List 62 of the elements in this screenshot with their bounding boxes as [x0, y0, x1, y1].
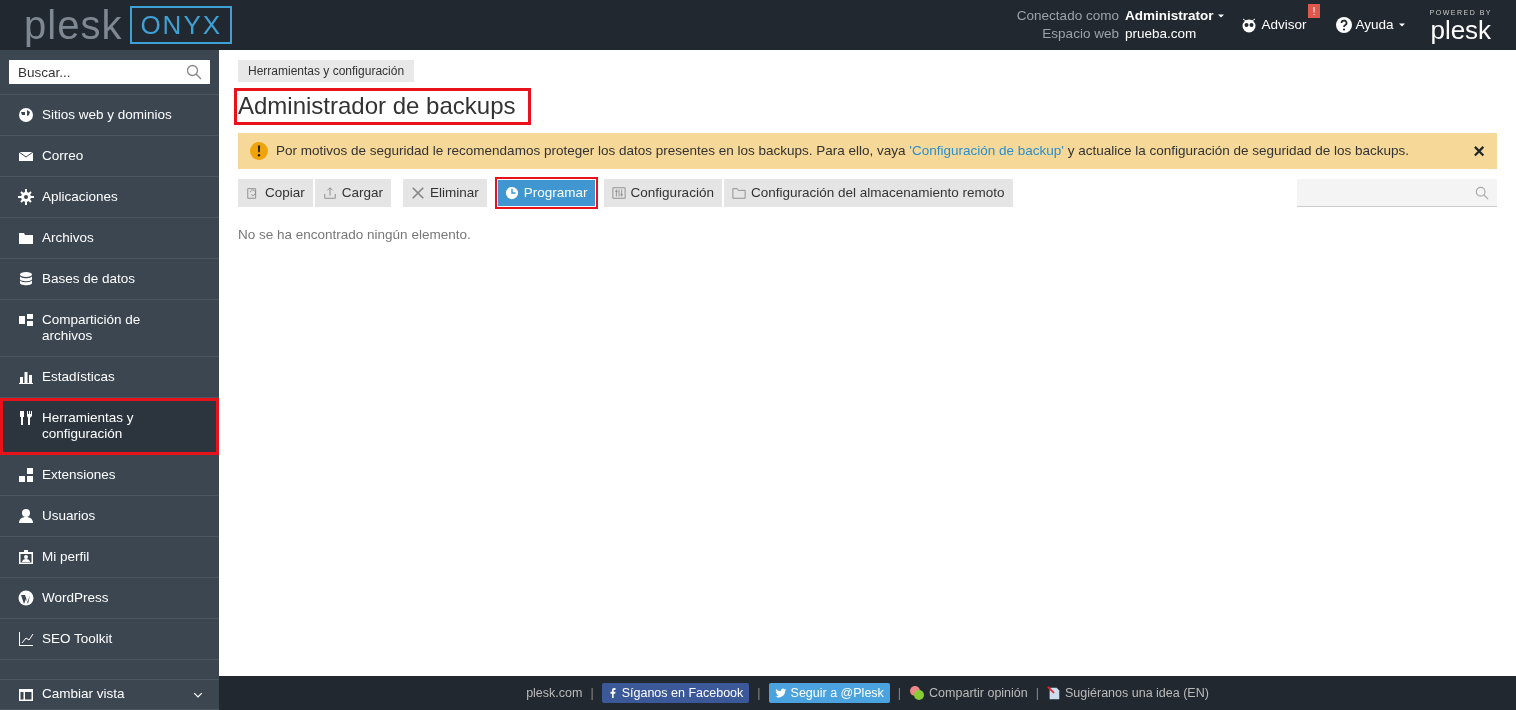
caret-icon	[1217, 12, 1226, 20]
alert-badge: !	[1308, 4, 1320, 18]
webspace-label: Espacio web	[1041, 25, 1119, 43]
facebook-button[interactable]: Síganos en Facebook	[601, 682, 750, 704]
webspace-link[interactable]: prueba.com	[1124, 25, 1226, 43]
logo-wordmark: plesk	[24, 5, 123, 45]
search-field[interactable]: Buscar...	[9, 60, 210, 84]
toolbar-button[interactable]: Cargar	[314, 179, 392, 208]
id-card-icon	[18, 549, 34, 565]
toolbar-button[interactable]: Eliminar	[403, 179, 487, 208]
separator: |	[1035, 684, 1039, 702]
bird-icon	[774, 687, 787, 699]
search-icon	[186, 64, 202, 80]
line-chart-icon	[18, 631, 34, 647]
page-title: Administrador de backups	[234, 88, 532, 125]
database-icon	[18, 271, 34, 287]
upload-icon	[322, 186, 337, 201]
breadcrumb-link[interactable]: Herramientas y configuración	[238, 60, 415, 82]
blocks-icon	[18, 467, 34, 483]
idea-link[interactable]: Sugiéranos una idea (EN)	[1047, 683, 1209, 703]
advisor-link[interactable]: Advisor	[1241, 14, 1307, 36]
layout-icon	[18, 686, 34, 703]
sidebar-item[interactable]: Sitios web y dominios	[0, 95, 219, 136]
sidebar-item[interactable]: WordPress	[0, 578, 219, 619]
toolbar-button[interactable]: Configuración	[603, 179, 722, 208]
toolbar-button[interactable]: Copiar	[238, 179, 313, 208]
account-label: Conectado como	[1016, 7, 1119, 25]
empty-message: No se ha encontrado ningún elemento.	[238, 226, 472, 245]
edition-badge: ONYX	[130, 6, 233, 44]
folder-share-icon	[18, 312, 34, 328]
folder-icon	[18, 230, 34, 246]
feedback-link[interactable]: Compartir opinión	[909, 683, 1028, 703]
delete-icon	[411, 186, 426, 201]
alert-message: Por motivos de seguridad le recomendamos proteger los datos presentes en los backups. Para ello, vaya 'Configuración de backup' y actualice la configuración de seguridad de los backups.	[276, 141, 1411, 160]
help-menu[interactable]: Ayuda	[1335, 14, 1406, 36]
view-switch[interactable]: Cambiar vista	[0, 680, 219, 710]
warning-icon	[250, 141, 268, 160]
gear-icon	[18, 189, 34, 205]
caret-icon	[1397, 21, 1406, 29]
search-field[interactable]	[1297, 179, 1497, 208]
owl-icon	[1241, 17, 1258, 33]
separator: |	[897, 684, 902, 702]
user-menu[interactable]: Administrator	[1124, 7, 1226, 25]
sidebar-item[interactable]: Mi perfil	[0, 537, 219, 578]
bar-chart-icon	[18, 369, 34, 385]
separator: |	[590, 684, 594, 702]
search-icon	[1475, 185, 1489, 200]
chat-bubbles-icon	[909, 685, 926, 701]
wordpress-icon	[18, 590, 34, 606]
sidebar-item[interactable]: Herramientas y configuración	[0, 398, 219, 455]
user-icon	[18, 508, 34, 524]
close-button[interactable]: ×	[1473, 140, 1485, 161]
help-icon	[1335, 17, 1352, 33]
clock-icon	[504, 186, 519, 201]
separator: |	[757, 684, 761, 702]
sliders-icon	[611, 186, 626, 201]
tools-icon	[18, 410, 34, 426]
toolbar-button[interactable]: Configuración del almacenamiento remoto	[723, 179, 1013, 208]
note-icon	[1047, 685, 1061, 701]
folder-icon	[731, 186, 746, 201]
plesk-wordmark: plesk	[1430, 18, 1492, 42]
site-link[interactable]: plesk.com	[526, 683, 583, 703]
